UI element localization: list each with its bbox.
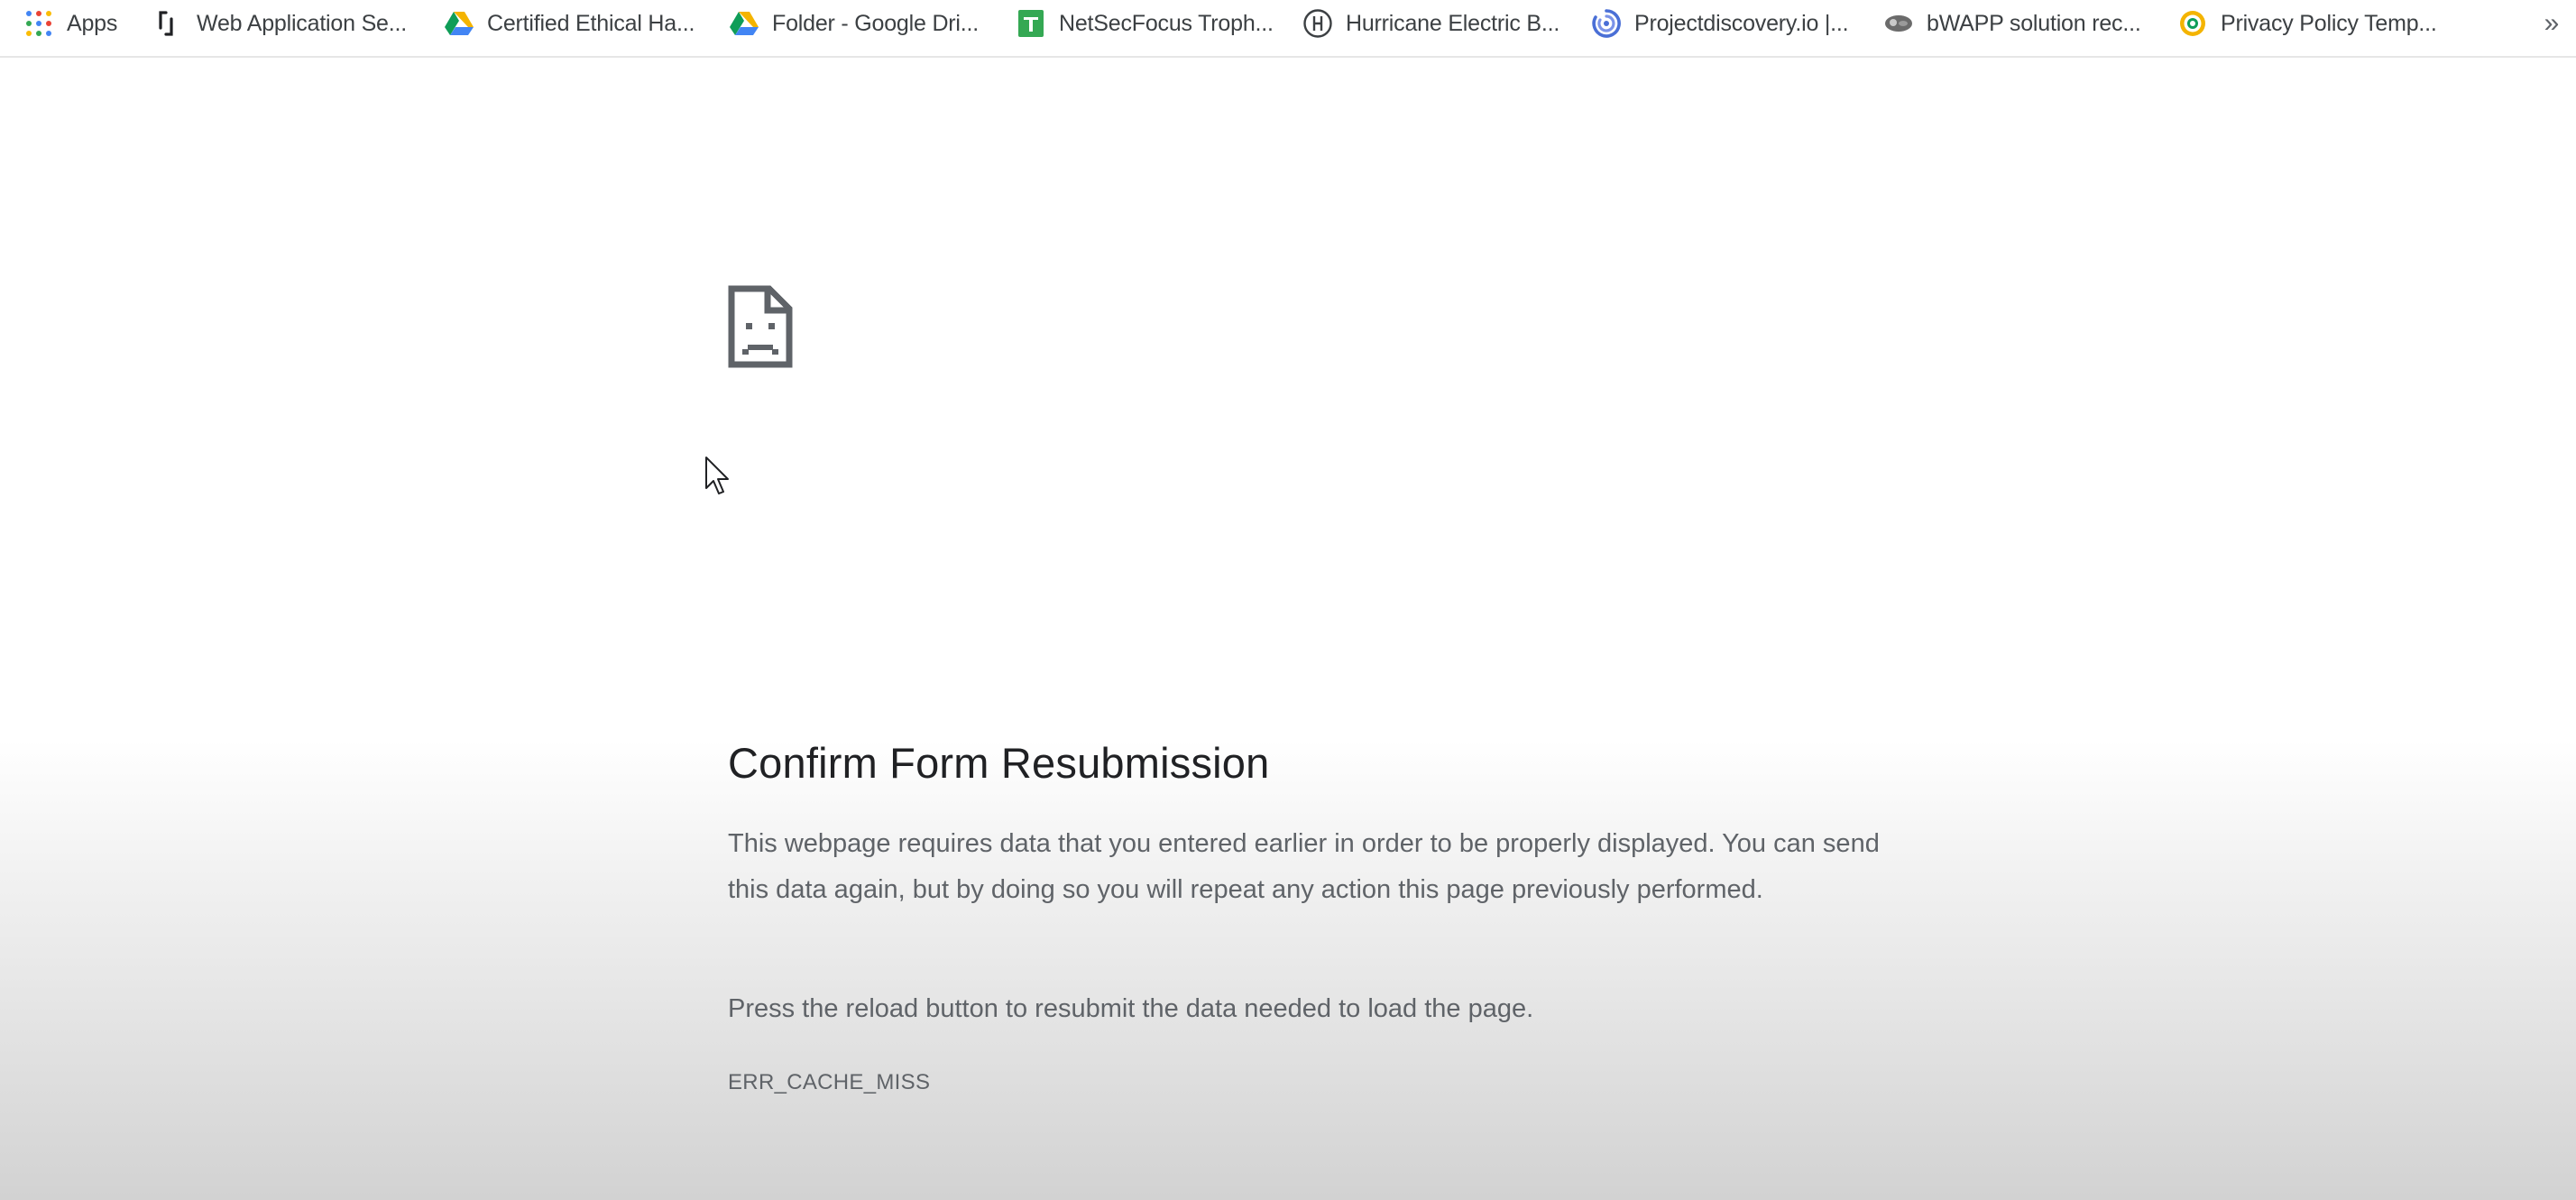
bookmark-label: Privacy Policy Temp... [2221,10,2437,36]
mouse-cursor-icon [704,456,731,495]
sad-document-icon [728,285,793,368]
google-drive-icon [444,8,474,39]
error-code: ERR_CACHE_MISS [728,1070,931,1094]
apps-grid-icon [23,8,54,39]
bookmark-label: Projectdiscovery.io |... [1634,10,1849,36]
privacy-policy-icon [2177,8,2208,39]
error-reload-hint: Press the reload button to resubmit the … [728,994,1534,1023]
bookmark-bwapp-solution[interactable]: bWAPP solution rec... [1883,0,2141,47]
bookmark-privacy-policy-template[interactable]: Privacy Policy Temp... [2177,0,2437,47]
bookmark-projectdiscovery[interactable]: Projectdiscovery.io |... [1591,0,1849,47]
bookmark-label: Hurricane Electric B... [1346,10,1560,36]
bwapp-icon [1883,8,1914,39]
bookmark-web-application-security[interactable]: Web Application Se... [153,0,407,47]
bookmark-label: Folder - Google Dri... [772,10,980,36]
error-title: Confirm Form Resubmission [728,739,1270,787]
bookmark-label: Certified Ethical Ha... [487,10,695,36]
bookmark-folder-google-drive[interactable]: Folder - Google Dri... [729,0,979,47]
error-description: This webpage requires data that you ente… [728,829,1880,904]
bookmark-label: Web Application Se... [197,10,407,36]
bookmark-netsecfocus-trophy[interactable]: NetSecFocus Troph... [1016,0,1274,47]
bookmark-certified-ethical-hacker[interactable]: Certified Ethical Ha... [444,0,695,47]
hurricane-electric-icon [1302,8,1333,39]
bracket-logo-icon [153,8,184,39]
bookmark-hurricane-electric[interactable]: Hurricane Electric B... [1302,0,1559,47]
google-sheets-icon [1016,8,1046,39]
projectdiscovery-icon [1591,8,1622,39]
bookmark-label: NetSecFocus Troph... [1059,10,1274,36]
bookmark-label: bWAPP solution rec... [1927,10,2141,36]
bookmarks-bar: Apps Web Application Se... Certified Eth… [0,0,2576,58]
google-drive-icon [729,8,759,39]
bookmarks-overflow-chevron-icon[interactable]: » [2536,7,2567,40]
bookmark-label: Apps [67,10,118,36]
bookmark-apps[interactable]: Apps [23,0,117,47]
